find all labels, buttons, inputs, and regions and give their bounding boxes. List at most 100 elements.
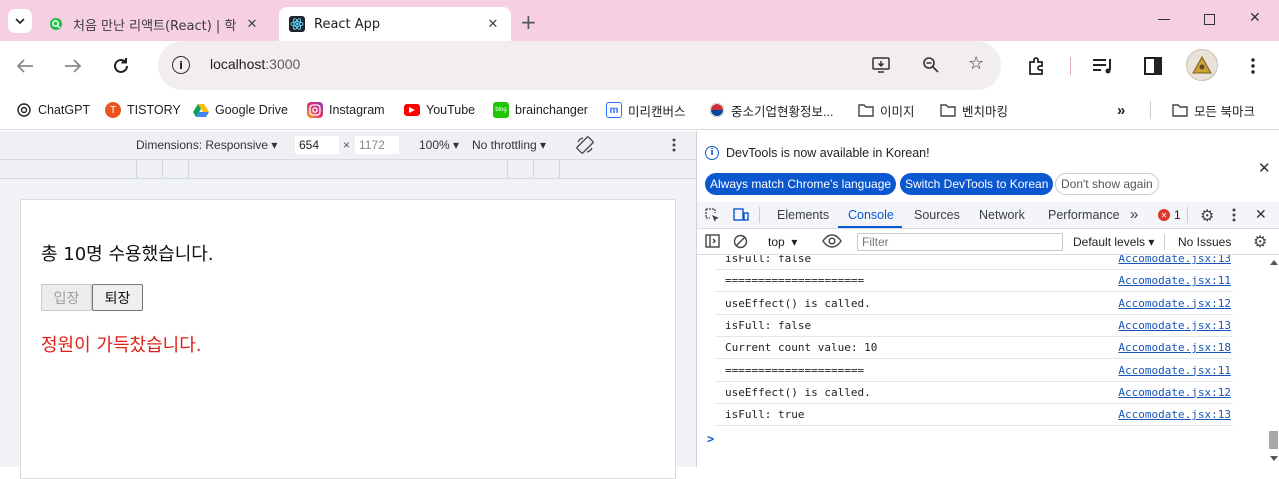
tabs-divider — [1187, 207, 1188, 223]
tab-network[interactable]: Network — [979, 208, 1025, 222]
playlist-icon — [1093, 59, 1111, 74]
devtools-more-icon[interactable] — [1232, 208, 1236, 225]
bookmark-tistory[interactable]: T TISTORY — [105, 101, 181, 119]
device-toolbar-more-icon[interactable] — [672, 138, 676, 155]
profile-avatar[interactable] — [1186, 49, 1218, 81]
url-port: :3000 — [265, 56, 301, 72]
zoom-dropdown[interactable]: 100% ▾ — [419, 138, 459, 152]
bookmark-miricanvas[interactable]: m 미리캔버스 — [606, 101, 686, 119]
devtools-panel: i DevTools is now available in Korean! ✕… — [696, 131, 1279, 467]
console-source-link[interactable]: Accomodate.jsx:13 — [1118, 255, 1231, 265]
close-tab-icon[interactable]: ✕ — [485, 17, 501, 32]
forward-button[interactable] — [60, 53, 86, 79]
media-control-button[interactable] — [1090, 53, 1116, 79]
width-input[interactable]: 654 — [295, 136, 339, 154]
close-tab-icon[interactable]: ✕ — [244, 17, 260, 32]
live-expression-eye-icon[interactable] — [822, 233, 842, 252]
console-source-link[interactable]: Accomodate.jsx:11 — [1118, 274, 1231, 287]
maximize-button[interactable] — [1204, 14, 1215, 25]
scrollbar-thumb[interactable] — [1269, 431, 1278, 449]
console-source-link[interactable]: Accomodate.jsx:13 — [1118, 408, 1231, 421]
console-filter-input[interactable] — [857, 233, 1063, 251]
reload-button[interactable] — [108, 53, 134, 79]
error-icon: ✕ — [1158, 209, 1170, 221]
clear-console-icon[interactable] — [733, 234, 748, 252]
more-tabs-icon[interactable]: » — [1130, 206, 1138, 223]
console-message-row: ===================== Accomodate.jsx:11 — [715, 270, 1233, 293]
chrome-menu-button[interactable] — [1240, 53, 1266, 79]
site-info-icon[interactable]: i — [172, 56, 190, 74]
tab-elements[interactable]: Elements — [777, 208, 829, 222]
devtools-settings-icon[interactable]: ⚙ — [1200, 206, 1214, 226]
console-source-link[interactable]: Accomodate.jsx:12 — [1118, 297, 1231, 310]
console-sidebar-icon[interactable] — [705, 234, 720, 251]
tab-search-button[interactable] — [8, 9, 32, 33]
bookmark-star-icon[interactable]: ☆ — [968, 53, 984, 74]
console-source-link[interactable]: Accomodate.jsx:18 — [1118, 341, 1231, 354]
tab-react-app[interactable]: React App ✕ — [279, 7, 511, 41]
bookmark-instagram[interactable]: Instagram — [307, 101, 385, 119]
bookmark-brainchanger[interactable]: blog brainchanger — [493, 101, 588, 119]
minimize-button[interactable] — [1158, 12, 1172, 26]
bookmark-label: TISTORY — [127, 103, 181, 117]
issues-indicator[interactable]: No Issues — [1178, 235, 1231, 249]
log-levels-dropdown[interactable]: Default levels ▾ — [1073, 235, 1154, 249]
console-source-link[interactable]: Accomodate.jsx:13 — [1118, 319, 1231, 332]
device-toolbar: Dimensions: Responsive ▾ 654 × 1172 100%… — [0, 131, 696, 160]
rotate-icon[interactable] — [576, 136, 594, 157]
console-source-link[interactable]: Accomodate.jsx:12 — [1118, 386, 1231, 399]
close-devtools-icon[interactable]: ✕ — [1255, 206, 1267, 223]
tab-title: React App — [314, 16, 381, 32]
media-query-ruler[interactable] — [0, 160, 696, 179]
throttling-dropdown[interactable]: No throttling ▾ — [472, 138, 546, 152]
language-notice: DevTools is now available in Korean! — [726, 146, 930, 160]
scroll-down-arrow-icon[interactable] — [1270, 456, 1278, 461]
tab-react-course[interactable]: 처음 만난 리액트(React) | 학 ✕ — [38, 7, 270, 41]
console-source-link[interactable]: Accomodate.jsx:11 — [1118, 364, 1231, 377]
bookmark-label: ChatGPT — [38, 103, 91, 117]
context-selector[interactable]: top ▾ — [768, 235, 797, 249]
all-bookmarks-folder[interactable]: 모든 북마크 — [1172, 101, 1255, 119]
always-match-language-button[interactable]: Always match Chrome's language — [705, 173, 897, 195]
dont-show-again-button[interactable]: Don't show again — [1055, 173, 1159, 195]
console-prompt[interactable]: > — [707, 432, 714, 446]
console-scrollbar[interactable] — [1267, 255, 1279, 467]
console-message-text: ===================== — [725, 274, 865, 288]
bookmark-chatgpt[interactable]: ChatGPT — [16, 101, 90, 119]
close-notice-icon[interactable]: ✕ — [1258, 159, 1271, 177]
bookmark-folder-benchmarking[interactable]: 벤치마킹 — [940, 101, 1008, 119]
console-message-row: ===================== Accomodate.jsx:11 — [715, 360, 1233, 382]
exit-button[interactable]: 퇴장 — [92, 284, 143, 311]
close-window-button[interactable]: ✕ — [1249, 10, 1261, 26]
error-counter[interactable]: ✕ 1 — [1158, 208, 1181, 222]
height-input[interactable]: 1172 — [355, 136, 399, 154]
chatgpt-icon — [16, 102, 32, 118]
bookmark-youtube[interactable]: YouTube — [404, 101, 475, 119]
device-toggle-icon[interactable] — [733, 208, 749, 225]
url-text[interactable]: localhost:3000 — [210, 56, 300, 72]
enter-button[interactable]: 입장 — [41, 284, 92, 311]
extensions-button[interactable] — [1024, 53, 1050, 79]
info-icon: i — [705, 146, 719, 160]
inspect-element-icon[interactable] — [705, 208, 720, 226]
dimensions-dropdown[interactable]: Dimensions: Responsive ▾ — [136, 138, 277, 152]
bookmark-sme[interactable]: 중소기업현황정보... — [709, 101, 833, 119]
switch-to-korean-button[interactable]: Switch DevTools to Korean — [900, 173, 1054, 195]
new-tab-button[interactable]: + — [520, 10, 537, 34]
bookmark-google-drive[interactable]: Google Drive — [193, 101, 288, 119]
ruler-mark — [559, 160, 560, 178]
tab-sources[interactable]: Sources — [914, 208, 960, 222]
bookmark-folder-images[interactable]: 이미지 — [858, 101, 915, 119]
scroll-up-arrow-icon[interactable] — [1270, 260, 1278, 265]
tab-console[interactable]: Console — [848, 208, 894, 222]
zoom-icon[interactable] — [922, 56, 940, 77]
install-app-icon[interactable] — [872, 56, 890, 77]
back-button[interactable] — [12, 53, 38, 79]
bookmarks-overflow-button[interactable]: » — [1117, 101, 1125, 119]
side-panel-button[interactable] — [1140, 53, 1166, 79]
console-settings-icon[interactable]: ⚙ — [1253, 232, 1267, 252]
tab-performance[interactable]: Performance — [1048, 208, 1120, 222]
bookmark-label: 미리캔버스 — [628, 104, 686, 119]
address-bar[interactable]: i localhost:3000 ☆ — [158, 41, 1001, 90]
avatar-icon — [1192, 56, 1212, 74]
